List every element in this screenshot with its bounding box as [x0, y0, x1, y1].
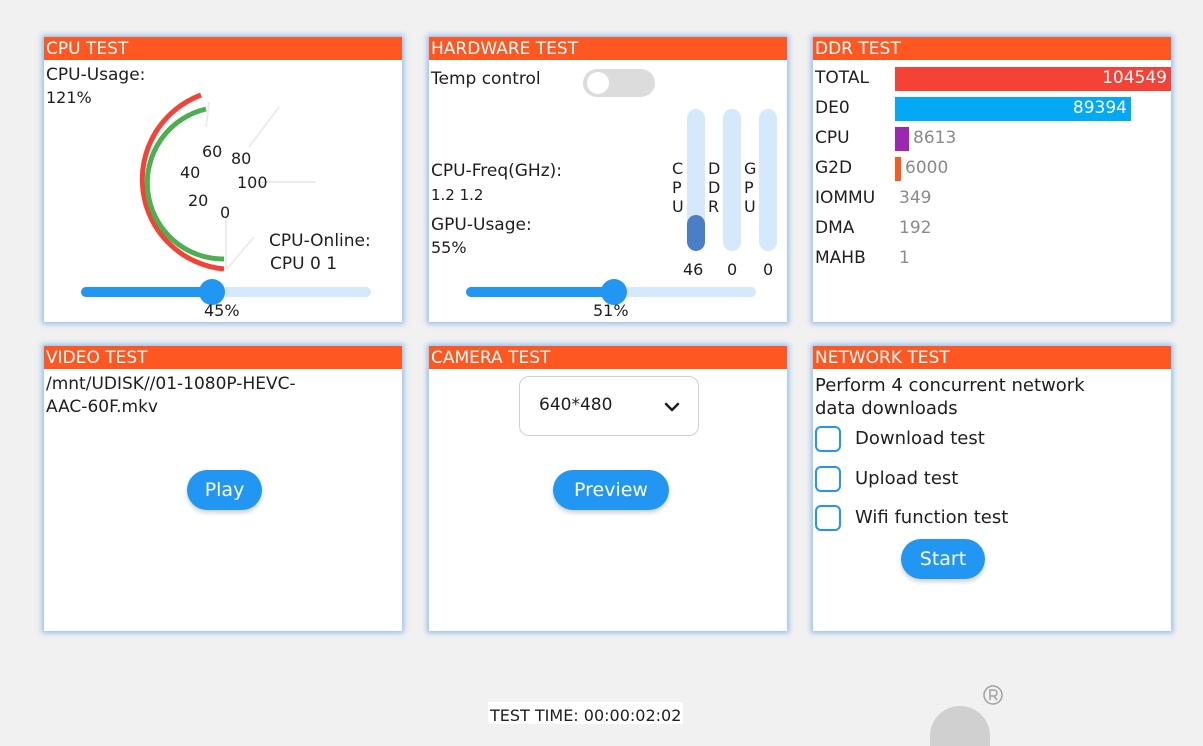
- ddr-row-bar: [895, 127, 909, 151]
- ddr-usage-bar: [723, 109, 741, 251]
- bar-fill: [687, 215, 705, 251]
- hardware-test-title: HARDWARE TEST: [429, 37, 787, 60]
- ddr-row-label: CPU: [815, 128, 850, 148]
- ddr-row-value: 349: [899, 188, 932, 208]
- ddr-row-value: 6000: [905, 158, 949, 178]
- logo-shape: [930, 706, 990, 746]
- gauge-tick-label: 80: [231, 149, 251, 168]
- ddr-row-label: IOMMU: [815, 188, 876, 208]
- download-test-label[interactable]: Download test: [855, 428, 985, 449]
- gpu-slider-value: 51%: [593, 301, 629, 320]
- gpu-usage-bar: [759, 109, 777, 251]
- ddr-row-value: 104549: [1102, 68, 1167, 88]
- upload-test-label[interactable]: Upload test: [855, 468, 958, 489]
- ddr-row-label: MAHB: [815, 248, 866, 268]
- bar-letters: D D R: [708, 159, 721, 216]
- network-test-title: NETWORK TEST: [813, 346, 1171, 369]
- gpu-slider[interactable]: [466, 279, 756, 305]
- cpu-usage-bar: [687, 109, 705, 251]
- play-button[interactable]: Play: [187, 470, 262, 510]
- temp-control-toggle[interactable]: [583, 69, 655, 97]
- hardware-test-panel: HARDWARE TEST Temp control CPU-Freq(GHz)…: [429, 37, 787, 322]
- ddr-row-value: 89394: [1072, 98, 1127, 118]
- upload-test-checkbox[interactable]: [815, 466, 841, 492]
- bar-letters: G P U: [744, 159, 757, 216]
- ddr-row-label: DMA: [815, 218, 855, 238]
- resolution-value: 640*480: [539, 395, 613, 415]
- wifi-test-label[interactable]: Wifi function test: [855, 507, 1008, 528]
- download-test-checkbox[interactable]: [815, 426, 841, 452]
- ddr-row-value: 192: [899, 218, 932, 238]
- cpu-online-label: CPU-Online:: [269, 231, 371, 251]
- cpu-test-panel: CPU TEST CPU-Usage: 121% 0 20 40 60 80 1…: [44, 37, 402, 322]
- gpu-usage-label: GPU-Usage:: [431, 215, 532, 235]
- camera-test-panel: CAMERA TEST 640*480 Preview: [429, 346, 787, 631]
- gauge-tick-label: 100: [237, 173, 268, 192]
- ddr-row-label: DE0: [815, 98, 850, 118]
- test-time: TEST TIME: 00:00:02:02: [488, 702, 684, 725]
- start-button[interactable]: Start: [901, 539, 985, 579]
- ddr-row-bar: [895, 157, 901, 181]
- video-test-title: VIDEO TEST: [44, 346, 402, 369]
- ddr-test-title: DDR TEST: [813, 37, 1171, 60]
- gauge-tick-label: 20: [188, 191, 208, 210]
- video-path-line1: /mnt/UDISK//01-1080P-HEVC-: [46, 374, 296, 394]
- cpu-freq-label: CPU-Freq(GHz):: [431, 161, 562, 181]
- wifi-test-checkbox[interactable]: [815, 505, 841, 531]
- toggle-knob: [587, 72, 609, 94]
- camera-test-title: CAMERA TEST: [429, 346, 787, 369]
- bar-value: 46: [683, 260, 704, 279]
- cpu-slider-value: 45%: [204, 301, 240, 320]
- cpu-gauge: 0 20 40 60 80 100: [139, 92, 316, 272]
- preview-button[interactable]: Preview: [553, 470, 669, 510]
- bar-letters: C P U: [672, 159, 684, 216]
- gauge-tick-label: 40: [180, 163, 200, 182]
- cpu-slider-fill: [81, 287, 212, 297]
- video-test-panel: VIDEO TEST /mnt/UDISK//01-1080P-HEVC- AA…: [44, 346, 402, 631]
- bar-value: 0: [763, 260, 774, 279]
- gpu-usage-value: 55%: [431, 238, 467, 257]
- network-desc-line1: Perform 4 concurrent network: [815, 375, 1085, 396]
- gauge-tick-label: 60: [202, 142, 222, 161]
- cpu-freq-value: 1.2 1.2: [431, 186, 484, 204]
- resolution-dropdown[interactable]: 640*480: [519, 376, 699, 436]
- ddr-row-label: G2D: [815, 158, 853, 178]
- cpu-slider[interactable]: [81, 279, 371, 305]
- chevron-down-icon: [664, 402, 680, 412]
- video-path-line2: AAC-60F.mkv: [46, 397, 158, 417]
- cpu-online-value: CPU 0 1: [270, 254, 338, 274]
- gpu-slider-fill: [466, 287, 614, 297]
- ddr-test-panel: DDR TEST TOTAL 104549 DE0 89394 CPU 8613 G2D 60…: [813, 37, 1171, 322]
- gauge-tick-label: 0: [220, 203, 230, 222]
- ddr-row-label: TOTAL: [815, 68, 869, 88]
- registered-mark-icon: [983, 685, 1003, 705]
- ddr-row-value: 8613: [913, 128, 957, 148]
- bar-value: 0: [727, 260, 738, 279]
- network-test-panel: NETWORK TEST Perform 4 concurrent networ…: [813, 346, 1171, 631]
- temp-control-label: Temp control: [431, 69, 541, 89]
- network-desc-line2: data downloads: [815, 398, 958, 419]
- ddr-row-value: 1: [899, 248, 910, 268]
